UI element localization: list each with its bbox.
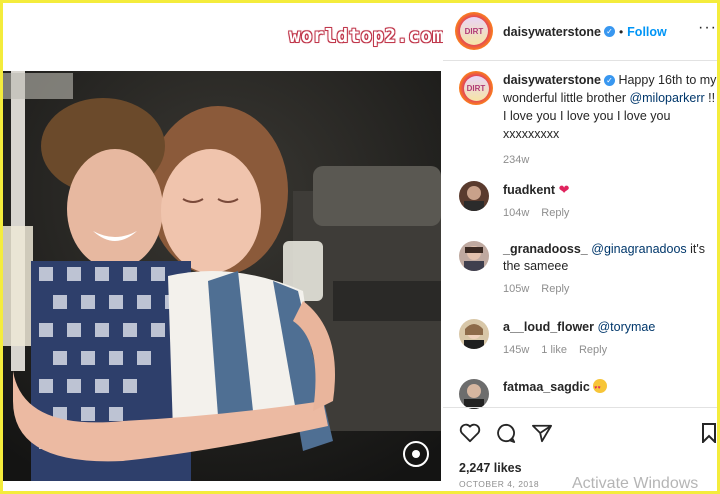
comment-username[interactable]: fuadkent	[503, 183, 555, 197]
avatar-photo	[464, 384, 484, 409]
comment-username[interactable]: _granadooss_	[503, 242, 588, 256]
avatar-photo	[464, 186, 484, 211]
follow-button[interactable]: Follow	[627, 25, 667, 39]
avatar-photo	[464, 246, 484, 271]
avatar-logo-icon: DIRT	[463, 75, 489, 101]
comment-body: fuadkent ❤ 104w Reply	[503, 181, 717, 222]
reply-button[interactable]: Reply	[541, 207, 569, 219]
comment-mention[interactable]: @torymae	[597, 320, 655, 334]
comment-mention[interactable]: @ginagranadoos	[591, 242, 686, 256]
likes-count[interactable]: 2,247 likes	[459, 461, 522, 475]
separator-dot: •	[618, 25, 624, 39]
comment-username[interactable]: a__loud_flower	[503, 320, 594, 334]
actions-divider	[443, 407, 717, 408]
photo-illustration	[3, 71, 441, 481]
caption-age: 234w	[503, 154, 530, 166]
bookmark-icon[interactable]	[701, 423, 717, 443]
comment-age: 105w	[503, 283, 530, 295]
screenshot-frame: worldtop2.com DIRT daisywaterstone ✓ • F…	[3, 3, 717, 491]
caption-text: daisywaterstone ✓ Happy 16th to my wonder…	[503, 71, 717, 169]
comment-age: 104w	[503, 207, 530, 219]
avatar-photo	[464, 324, 484, 349]
commenter-avatar[interactable]	[459, 379, 489, 409]
top-white-band: worldtop2.com	[3, 3, 445, 71]
like-heart-icon[interactable]	[459, 423, 481, 443]
comment-username[interactable]: fatmaa_sagdic	[503, 380, 590, 394]
avatar-logo-icon: DIRT	[460, 17, 488, 45]
commenter-avatar[interactable]	[459, 241, 489, 271]
post-date: OCTOBER 4, 2018	[459, 479, 540, 489]
comment-likes[interactable]: 1 like	[541, 344, 567, 356]
share-paper-plane-icon[interactable]	[531, 423, 553, 443]
reply-button[interactable]: Reply	[579, 344, 607, 356]
author-username[interactable]: daisywaterstone	[503, 25, 601, 39]
reply-button[interactable]: Reply	[541, 283, 569, 295]
post-photo[interactable]	[3, 71, 441, 481]
commenter-avatar[interactable]	[459, 319, 489, 349]
comment-body: _granadooss_ @ginagranadoos it's the sam…	[503, 241, 717, 298]
comment-meta: 105w Reply	[503, 281, 717, 298]
post-header: DIRT daisywaterstone ✓ • Follow ···	[443, 3, 717, 61]
author-avatar[interactable]: DIRT	[455, 12, 493, 50]
more-dots-icon[interactable]: ···	[698, 19, 717, 37]
watermark-text: worldtop2.com	[289, 25, 445, 47]
comment-bubble-icon[interactable]	[495, 423, 517, 443]
post-actions	[459, 423, 553, 443]
bottom-white-band	[3, 481, 441, 491]
comment-body: a__loud_flower @torymae 145w 1 like Reply	[503, 319, 717, 359]
commenter-avatar[interactable]	[459, 181, 489, 211]
comment-body: fatmaa_sagdic	[503, 379, 717, 397]
heart-eyes-emoji	[593, 379, 608, 397]
header-line: daisywaterstone ✓ • Follow	[503, 23, 667, 41]
comment-meta: 145w 1 like Reply	[503, 342, 717, 359]
reel-indicator-icon[interactable]	[403, 441, 429, 467]
red-heart-icon: ❤	[558, 182, 570, 197]
verified-badge-icon: ✓	[603, 75, 615, 87]
caption-username[interactable]: daisywaterstone	[503, 73, 601, 87]
caption-meta: 234w	[503, 151, 717, 169]
post-sidebar: DIRT daisywaterstone ✓ • Follow ··· DIRT da…	[443, 3, 717, 491]
caption-author-avatar[interactable]: DIRT	[459, 71, 493, 105]
comment-age: 145w	[503, 344, 530, 356]
verified-badge-icon: ✓	[603, 26, 615, 38]
caption-mention[interactable]: @miloparkerr	[629, 91, 704, 105]
comment-meta: 104w Reply	[503, 205, 717, 222]
activate-windows-overlay: Activate Windows	[572, 475, 699, 492]
